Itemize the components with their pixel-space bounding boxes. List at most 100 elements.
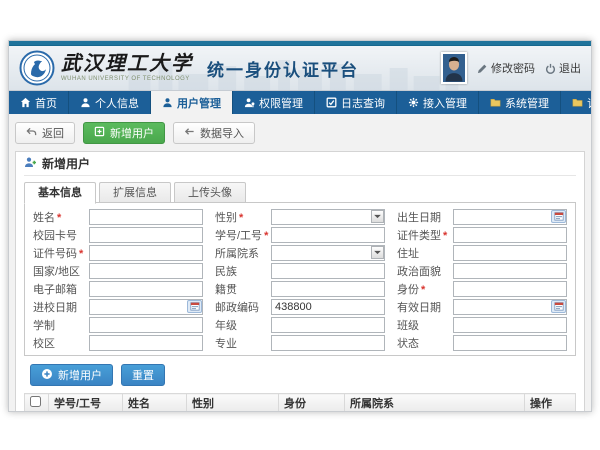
add-user-toolbar-button[interactable]: 新增用户	[83, 122, 165, 144]
form-box: 姓名*性别*出生日期校园卡号学号/工号*证件类型*证件号码*所属院系住址国家/地…	[24, 202, 576, 356]
university-titles: 武汉理工大学 WUHAN UNIVERSITY OF TECHNOLOGY	[61, 54, 193, 82]
nav-item-label: 接入管理	[423, 95, 467, 111]
field-input[interactable]	[453, 317, 567, 333]
calendar-icon[interactable]	[551, 210, 566, 223]
platform-title: 统一身份认证平台	[207, 56, 359, 81]
form-field: 籍贯	[209, 280, 391, 297]
field-input[interactable]	[453, 299, 567, 315]
form-field: 校区	[27, 334, 209, 351]
field-input[interactable]	[271, 299, 385, 315]
field-label: 学号/工号*	[209, 227, 271, 243]
tab-1[interactable]: 基本信息	[24, 182, 96, 204]
form-field: 性别*	[209, 208, 391, 225]
form-field: 校园卡号	[27, 226, 209, 243]
nav-item-1[interactable]: 首页	[9, 91, 69, 114]
field-label: 班级	[391, 317, 453, 333]
main-nav: 首页个人信息 用户管理 权限管理 日志查询 接入管理 系统管理订阅管理	[9, 91, 591, 114]
field-label: 性别*	[209, 209, 271, 225]
required-asterisk: *	[57, 212, 61, 224]
user-icon	[80, 97, 91, 108]
chevron-down-icon[interactable]	[371, 210, 384, 223]
chevron-down-icon[interactable]	[371, 246, 384, 259]
nav-item-7[interactable]: 系统管理	[479, 91, 561, 114]
form-field: 邮政编码	[209, 298, 391, 315]
form-field: 学号/工号*	[209, 226, 391, 243]
plus-circle-icon	[41, 368, 53, 383]
field-input[interactable]	[453, 227, 567, 243]
calendar-icon[interactable]	[187, 300, 202, 313]
change-password-label: 修改密码	[491, 60, 535, 76]
calendar-icon[interactable]	[551, 300, 566, 313]
field-input[interactable]	[271, 281, 385, 297]
field-input[interactable]	[271, 245, 385, 261]
submit-add-user-button[interactable]: 新增用户	[30, 364, 113, 386]
field-label: 进校日期	[27, 299, 89, 315]
nav-item-6[interactable]: 接入管理	[397, 91, 479, 114]
form-field: 学制	[27, 316, 209, 333]
field-input[interactable]	[271, 209, 385, 225]
field-label: 民族	[209, 263, 271, 279]
reset-button[interactable]: 重置	[121, 364, 165, 386]
field-input[interactable]	[271, 335, 385, 351]
person-plus-icon	[24, 156, 37, 172]
field-input[interactable]	[89, 209, 203, 225]
select-all-checkbox[interactable]	[30, 396, 41, 407]
back-button[interactable]: 返回	[15, 122, 75, 144]
field-label: 姓名*	[27, 209, 89, 225]
required-asterisk: *	[443, 230, 447, 242]
field-label: 电子邮箱	[27, 281, 89, 297]
form-field: 状态	[391, 334, 573, 351]
table-header-row: 学号/工号姓名性别身份所属院系操作	[25, 394, 576, 412]
user-key-icon	[244, 97, 255, 108]
field-input[interactable]	[89, 299, 203, 315]
change-password-link[interactable]: 修改密码	[477, 60, 535, 76]
field-input[interactable]	[453, 281, 567, 297]
field-label: 国家/地区	[27, 263, 89, 279]
field-input[interactable]	[271, 317, 385, 333]
form-actions: 新增用户 重置	[30, 364, 576, 386]
field-input[interactable]	[271, 227, 385, 243]
field-input[interactable]	[89, 317, 203, 333]
form-field: 证件类型*	[391, 226, 573, 243]
field-input[interactable]	[453, 335, 567, 351]
field-input[interactable]	[453, 263, 567, 279]
nav-item-label: 日志查询	[341, 95, 385, 111]
add-user-panel: 新增用户 基本信息扩展信息上传头像 姓名*性别*出生日期校园卡号学号/工号*证件…	[15, 151, 585, 412]
nav-item-label: 权限管理	[259, 95, 303, 111]
tab-2[interactable]: 扩展信息	[99, 182, 171, 203]
field-input[interactable]	[89, 263, 203, 279]
logout-link[interactable]: 退出	[545, 60, 581, 76]
tab-bar: 基本信息扩展信息上传头像	[24, 182, 576, 203]
section-title-text: 新增用户	[42, 155, 90, 172]
field-input[interactable]	[89, 335, 203, 351]
form-field: 年级	[209, 316, 391, 333]
nav-item-3[interactable]: 用户管理	[151, 91, 233, 114]
field-input[interactable]	[89, 281, 203, 297]
app-window: 武汉理工大学 WUHAN UNIVERSITY OF TECHNOLOGY 统一…	[8, 40, 592, 412]
nav-item-label: 系统管理	[505, 95, 549, 111]
nav-item-5[interactable]: 日志查询	[315, 91, 397, 114]
nav-item-4[interactable]: 权限管理	[233, 91, 315, 114]
field-label: 身份*	[391, 281, 453, 297]
field-input[interactable]	[271, 263, 385, 279]
field-input[interactable]	[89, 227, 203, 243]
nav-item-label: 用户管理	[177, 95, 221, 111]
form-field: 政治面貌	[391, 262, 573, 279]
tab-3[interactable]: 上传头像	[174, 182, 246, 203]
data-import-button[interactable]: 数据导入	[173, 122, 255, 144]
field-label: 住址	[391, 245, 453, 261]
university-logo-icon	[19, 50, 55, 86]
submit-add-user-label: 新增用户	[58, 367, 102, 383]
required-asterisk: *	[264, 230, 268, 242]
field-input[interactable]	[453, 245, 567, 261]
nav-item-label: 首页	[35, 95, 57, 111]
field-label: 政治面貌	[391, 263, 453, 279]
field-input[interactable]	[453, 209, 567, 225]
section-title: 新增用户	[24, 152, 576, 176]
nav-item-8[interactable]: 订阅管理	[561, 91, 592, 114]
nav-item-2[interactable]: 个人信息	[69, 91, 151, 114]
form-field: 证件号码*	[27, 244, 209, 261]
page: 武汉理工大学 WUHAN UNIVERSITY OF TECHNOLOGY 统一…	[0, 0, 600, 450]
folder-icon	[490, 97, 501, 108]
field-input[interactable]	[89, 245, 203, 261]
